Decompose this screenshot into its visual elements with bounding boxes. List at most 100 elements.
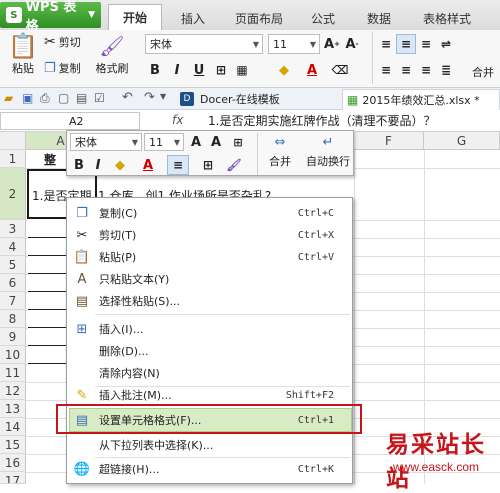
font-size-select[interactable]: 11 ▼	[268, 34, 320, 54]
menu-item-paste[interactable]: 📋 粘贴(P) Ctrl+V	[67, 246, 352, 268]
wrap-text-icon[interactable]: ⇌	[436, 34, 456, 54]
name-box[interactable]: A2	[0, 112, 140, 130]
chevron-down-icon[interactable]: ▼	[160, 92, 166, 101]
cut-button[interactable]: ✂ 剪切	[44, 34, 81, 50]
wps-menu-button[interactable]: S WPS 表格 ▼	[0, 0, 101, 34]
menu-item-insert-comment[interactable]: ✎ 插入批注(M)... Shift+F2	[67, 384, 352, 406]
mini-border-icon[interactable]: ⊞	[229, 132, 247, 152]
font-color-icon[interactable]: A	[302, 60, 322, 80]
row-header-11[interactable]: 11	[0, 364, 26, 382]
align-top-icon[interactable]: ≡	[376, 34, 396, 54]
tab-data[interactable]: 数据	[354, 6, 404, 30]
menu-item-paste-special[interactable]: ▤ 选择性粘贴(S)...	[67, 290, 352, 312]
row-header-6[interactable]: 6	[0, 274, 26, 292]
row-header-10[interactable]: 10	[0, 346, 26, 364]
merge-center-label[interactable]: 合并	[472, 64, 494, 80]
tab-page-layout[interactable]: 页面布局	[226, 6, 292, 30]
row-header-15[interactable]: 15	[0, 436, 26, 454]
chevron-down-icon: ▼	[88, 10, 95, 20]
menu-item-insert[interactable]: ⊞ 插入(I)...	[67, 318, 352, 340]
decrease-font-icon[interactable]: A-	[342, 34, 362, 54]
mini-font-color-icon[interactable]: A	[139, 155, 157, 175]
menu-item-hyperlink[interactable]: 🌐 超链接(H)... Ctrl+K	[67, 458, 352, 480]
row-header-8[interactable]: 8	[0, 310, 26, 328]
spell-check-icon[interactable]: ☑	[94, 91, 105, 105]
bold-button[interactable]: B	[145, 60, 165, 80]
row-header-7[interactable]: 7	[0, 292, 26, 310]
select-all-corner[interactable]	[0, 132, 26, 150]
mini-wrap-button[interactable]: ↵ 自动换行	[303, 133, 353, 169]
mini-increase-font-icon[interactable]: A	[187, 132, 205, 152]
row-header-2[interactable]: 2	[0, 168, 26, 220]
print-icon[interactable]: ⎙	[40, 91, 50, 106]
increase-font-icon[interactable]: A +	[322, 34, 342, 54]
tab-table-style[interactable]: 表格样式	[412, 6, 482, 30]
align-middle-icon[interactable]: ≡	[396, 34, 416, 54]
row-header-1[interactable]: 1	[0, 150, 26, 168]
merge-icon[interactable]: ▦	[232, 60, 252, 80]
row-header-5[interactable]: 5	[0, 256, 26, 274]
menu-item-label: 粘贴(P)	[99, 251, 137, 264]
mini-font-name-select[interactable]: 宋体 ▼	[70, 133, 142, 151]
mini-merge-label: 合并	[269, 155, 291, 168]
undo-icon[interactable]: ↶	[122, 90, 133, 105]
mini-align-icon[interactable]: ≡	[167, 155, 189, 175]
font-name-select[interactable]: 宋体 ▼	[145, 34, 263, 54]
tab-formula[interactable]: 公式	[300, 6, 346, 30]
menu-item-clear-contents[interactable]: 清除内容(N)	[67, 362, 352, 384]
italic-button[interactable]: I	[167, 60, 187, 80]
mini-fill-color-icon[interactable]: ◆	[111, 155, 129, 175]
menu-item-cut[interactable]: ✂ 剪切(T) Ctrl+X	[67, 224, 352, 246]
tab-file[interactable]: ▦ 2015年绩效汇总.xlsx *	[342, 89, 500, 110]
mini-grid-icon[interactable]: ⊞	[199, 155, 217, 175]
mini-italic-button[interactable]: I	[89, 155, 107, 175]
row-header-13[interactable]: 13	[0, 400, 26, 418]
paste-button[interactable]: 📋 粘贴	[4, 32, 42, 76]
column-header-g[interactable]: G	[424, 132, 500, 150]
row-header-17[interactable]: 17	[0, 472, 26, 484]
underline-button[interactable]: U	[189, 60, 209, 80]
align-center-icon[interactable]: ≡	[396, 60, 416, 80]
align-left-icon[interactable]: ≡	[376, 60, 396, 80]
row-header-16[interactable]: 16	[0, 454, 26, 472]
tab-home[interactable]: 开始	[108, 4, 162, 30]
export-pdf-icon[interactable]: ▤	[76, 91, 87, 105]
open-folder-icon[interactable]: ▰	[4, 91, 13, 105]
mini-font-size-select[interactable]: 11 ▼	[144, 133, 184, 151]
format-painter-button[interactable]: 🖌 格式刷	[92, 32, 132, 76]
eraser-icon[interactable]: ⌫	[330, 60, 350, 80]
tab-insert[interactable]: 插入	[170, 6, 216, 30]
tab-docer[interactable]: D Docer-在线模板	[180, 90, 280, 108]
redo-icon[interactable]: ↷	[144, 90, 155, 105]
mini-brush-icon[interactable]: 🖌	[225, 155, 243, 175]
column-header-f[interactable]: F	[354, 132, 424, 150]
mini-bold-button[interactable]: B	[70, 155, 88, 175]
fx-icon[interactable]: fx	[172, 113, 183, 127]
menu-item-delete[interactable]: 删除(D)...	[67, 340, 352, 362]
justify-icon[interactable]: ≣	[436, 60, 456, 80]
menu-item-copy[interactable]: ❐ 复制(C) Ctrl+C	[67, 202, 352, 224]
border-icon[interactable]: ⊞	[211, 60, 231, 80]
paste-label: 粘贴	[12, 62, 34, 75]
cell-a1[interactable]: 整	[44, 151, 56, 168]
row-header-9[interactable]: 9	[0, 328, 26, 346]
wrap-text-icon: ↵	[322, 135, 334, 150]
align-right-icon[interactable]: ≡	[416, 60, 436, 80]
save-icon[interactable]: ▣	[22, 91, 33, 105]
preview-icon[interactable]: ▢	[58, 91, 69, 105]
menu-item-label: 插入批注(M)...	[99, 389, 172, 402]
mini-merge-button[interactable]: ⇔ 合并	[259, 133, 301, 169]
menu-item-paste-text[interactable]: A 只粘贴文本(Y)	[67, 268, 352, 290]
comment-icon: ✎	[76, 387, 88, 403]
row-header-14[interactable]: 14	[0, 418, 26, 436]
row-header-4[interactable]: 4	[0, 238, 26, 256]
align-bottom-icon[interactable]: ≡	[416, 34, 436, 54]
mini-decrease-font-icon[interactable]: A	[207, 132, 225, 152]
fill-color-icon[interactable]: ◆	[274, 60, 294, 80]
formula-input[interactable]: 1.是否定期实施红牌作战（清理不要品）？	[208, 112, 435, 129]
copy-button[interactable]: ❐ 复制	[44, 60, 81, 76]
row-header-3[interactable]: 3	[0, 220, 26, 238]
row-header-12[interactable]: 12	[0, 382, 26, 400]
menu-item-pick-from-list[interactable]: 从下拉列表中选择(K)...	[67, 434, 352, 456]
file-tab-label: 2015年绩效汇总.xlsx *	[362, 94, 480, 107]
